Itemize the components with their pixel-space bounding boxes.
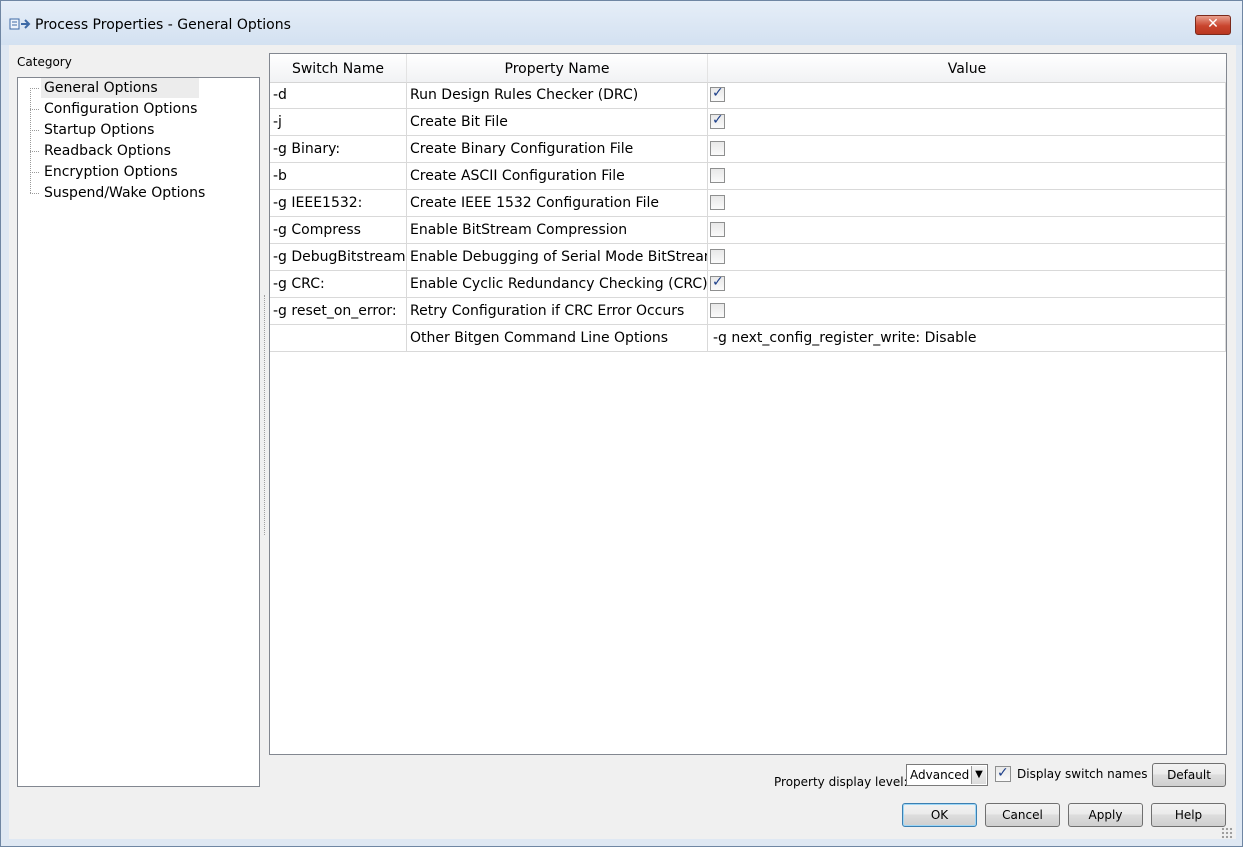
title-bar: Process Properties - General Options ✕ <box>1 1 1242 45</box>
default-button[interactable]: Default <box>1152 763 1226 787</box>
value-checkbox[interactable]: ✓ <box>710 222 725 237</box>
checkmark-icon: ✓ <box>997 765 1009 781</box>
value-cell: ✓ <box>708 190 1226 217</box>
table-header: Switch Name Property Name Value <box>270 54 1226 83</box>
property-name-cell: Retry Configuration if CRC Error Occurs <box>407 298 708 325</box>
property-name-cell: Enable Cyclic Redundancy Checking (CRC) <box>407 271 708 298</box>
switch-name-cell: -g IEEE1532: <box>270 190 407 217</box>
apply-button[interactable]: Apply <box>1068 803 1143 827</box>
table-row[interactable]: -g CompressEnable BitStream Compression✓ <box>270 217 1226 244</box>
value-checkbox[interactable]: ✓ <box>710 249 725 264</box>
switch-name-cell: -b <box>270 163 407 190</box>
table-row[interactable]: -j Create Bit File ✓ <box>270 109 1226 136</box>
pane-splitter[interactable] <box>264 295 267 535</box>
checkmark-icon: ✓ <box>712 112 724 128</box>
value-cell: ✓ <box>708 244 1226 271</box>
category-tree[interactable]: General Options Configuration Options St… <box>17 77 260 787</box>
value-cell: ✓ <box>708 271 1226 298</box>
property-name-cell: Enable BitStream Compression <box>407 217 708 244</box>
value-checkbox[interactable]: ✓ <box>710 303 725 318</box>
value-checkbox[interactable]: ✓ <box>710 85 725 102</box>
tree-item-configuration-options[interactable]: Configuration Options <box>41 99 200 119</box>
value-cell: ✓ <box>708 136 1226 163</box>
ok-button[interactable]: OK <box>902 803 977 827</box>
tree-connector-tick <box>30 151 39 152</box>
switch-name-cell: -j <box>270 109 407 136</box>
dialog-footer: Property display level: Advanced ▼ ✓ Dis… <box>9 757 1236 839</box>
property-name-cell: Enable Debugging of Serial Mode BitStrea… <box>407 244 708 271</box>
value-cell: ✓ <box>708 298 1226 325</box>
value-checkbox[interactable]: ✓ <box>710 141 725 156</box>
checkmark-icon: ✓ <box>712 274 724 290</box>
dropdown-arrow-icon[interactable]: ▼ <box>971 766 986 784</box>
checkmark-icon: ✓ <box>712 85 724 101</box>
tree-connector-tick <box>30 172 39 173</box>
table-row[interactable]: -g IEEE1532: Create IEEE 1532 Configurati… <box>270 190 1226 217</box>
property-name-cell: Create Bit File <box>407 109 708 136</box>
resize-grip-icon[interactable] <box>1221 827 1233 839</box>
property-name-cell: Create ASCII Configuration File <box>407 163 708 190</box>
tree-item-suspend-wake-options[interactable]: Suspend/Wake Options <box>41 183 208 203</box>
close-icon: ✕ <box>1207 16 1219 32</box>
column-header-switch-name[interactable]: Switch Name <box>270 54 407 82</box>
table-row[interactable]: -d Run Design Rules Checker (DRC) ✓ <box>270 82 1226 109</box>
switch-name-cell <box>270 325 407 352</box>
column-header-property-name[interactable]: Property Name <box>407 54 708 82</box>
tree-connector-tick <box>30 109 39 110</box>
switch-name-cell: -g Compress <box>270 217 407 244</box>
switch-name-cell: -g reset_on_error: <box>270 298 407 325</box>
cancel-button[interactable]: Cancel <box>985 803 1060 827</box>
display-level-select[interactable]: Advanced ▼ <box>906 764 988 786</box>
switch-name-cell: -g CRC: <box>270 271 407 298</box>
tree-item-startup-options[interactable]: Startup Options <box>41 120 157 140</box>
display-level-value: Advanced <box>910 768 970 782</box>
value-cell[interactable]: -g next_config_register_write: Disable <box>708 325 1226 352</box>
switch-name-cell: -d <box>270 82 407 109</box>
table-row[interactable]: -g reset_on_error: Retry Configuration if… <box>270 298 1226 325</box>
value-checkbox[interactable]: ✓ <box>710 168 725 183</box>
display-switch-names-checkbox[interactable]: ✓ <box>995 765 1011 782</box>
tree-item-general-options[interactable]: General Options <box>41 78 199 98</box>
table-row[interactable]: -g Binary: Create Binary Configuration Fi… <box>270 136 1226 163</box>
property-name-cell: Run Design Rules Checker (DRC) <box>407 82 708 109</box>
table-row[interactable]: -g DebugBitstream: Enable Debugging of Se… <box>270 244 1226 271</box>
property-name-cell: Create Binary Configuration File <box>407 136 708 163</box>
display-level-label: Property display level: <box>774 775 908 789</box>
tree-item-encryption-options[interactable]: Encryption Options <box>41 162 181 182</box>
value-cell: ✓ <box>708 109 1226 136</box>
property-name-cell: Create IEEE 1532 Configuration File <box>407 190 708 217</box>
table-row[interactable]: Other Bitgen Command Line Options -g next… <box>270 325 1226 352</box>
category-label: Category <box>17 55 72 69</box>
properties-app-icon <box>9 18 31 30</box>
display-switch-names-label: Display switch names <box>1017 767 1148 781</box>
close-button[interactable]: ✕ <box>1195 15 1231 35</box>
table-row[interactable]: -g CRC: Enable Cyclic Redundancy Checking… <box>270 271 1226 298</box>
table-row[interactable]: -bCreate ASCII Configuration File✓ <box>270 163 1226 190</box>
help-button[interactable]: Help <box>1151 803 1226 827</box>
tree-item-readback-options[interactable]: Readback Options <box>41 141 174 161</box>
tree-connector-tick <box>30 130 39 131</box>
value-cell: ✓ <box>708 217 1226 244</box>
window-title: Process Properties - General Options <box>35 17 291 33</box>
value-cell: ✓ <box>708 163 1226 190</box>
column-header-value[interactable]: Value <box>708 54 1226 82</box>
tree-connector-tick <box>30 88 39 89</box>
process-properties-dialog: Process Properties - General Options ✕ C… <box>0 0 1243 847</box>
properties-table: Switch Name Property Name Value -d Run De… <box>269 53 1227 755</box>
property-name-cell: Other Bitgen Command Line Options <box>407 325 708 352</box>
value-checkbox[interactable]: ✓ <box>710 274 725 291</box>
switch-name-cell: -g Binary: <box>270 136 407 163</box>
tree-connector-line <box>30 88 31 193</box>
dialog-client-area: Category General Options Configuration O… <box>9 45 1236 839</box>
value-cell: ✓ <box>708 82 1226 109</box>
tree-connector-tick <box>30 193 39 194</box>
value-checkbox[interactable]: ✓ <box>710 195 725 210</box>
value-checkbox[interactable]: ✓ <box>710 112 725 129</box>
switch-name-cell: -g DebugBitstream: <box>270 244 407 271</box>
